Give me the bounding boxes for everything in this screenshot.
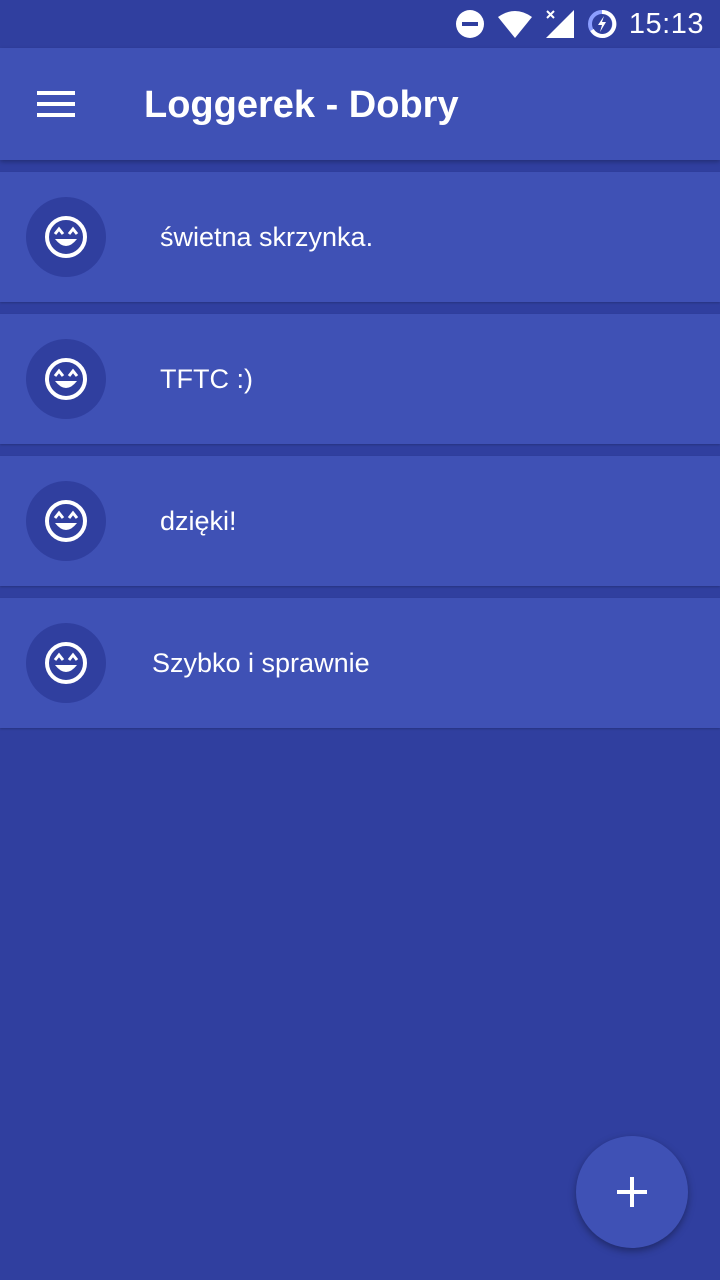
page-title: Loggerek - Dobry: [144, 84, 459, 126]
log-type-avatar: [26, 339, 106, 419]
menu-button[interactable]: [20, 68, 92, 140]
log-type-avatar: [26, 623, 106, 703]
status-time: 15:13: [628, 7, 704, 40]
log-type-avatar: [26, 197, 106, 277]
signal-no-data-icon: [545, 9, 575, 39]
log-text: Szybko i sprawnie: [152, 647, 370, 678]
log-text: świetna skrzynka.: [160, 221, 374, 252]
wifi-icon: [497, 9, 533, 39]
log-type-avatar: [26, 481, 106, 561]
hamburger-menu-icon: [37, 91, 75, 117]
log-text: dzięki!: [160, 505, 237, 536]
log-list-item[interactable]: Szybko i sprawnie: [0, 598, 720, 728]
add-log-button[interactable]: [576, 1136, 688, 1248]
smiley-grin-icon: [45, 500, 87, 542]
status-icons: 15:13: [455, 0, 704, 48]
status-bar: 15:13: [0, 0, 720, 48]
smiley-grin-icon: [45, 216, 87, 258]
log-text: TFTC :): [160, 363, 253, 394]
log-list-item[interactable]: świetna skrzynka.: [0, 172, 720, 302]
log-list: świetna skrzynka. TFTC :) dzięki! Szybko…: [0, 172, 720, 740]
app-bar: Loggerek - Dobry: [0, 48, 720, 160]
battery-charging-icon: [587, 9, 617, 39]
plus-icon: [617, 1177, 647, 1207]
smiley-grin-icon: [45, 358, 87, 400]
smiley-grin-icon: [45, 642, 87, 684]
log-list-item[interactable]: dzięki!: [0, 456, 720, 586]
log-list-item[interactable]: TFTC :): [0, 314, 720, 444]
do-not-disturb-icon: [455, 9, 485, 39]
